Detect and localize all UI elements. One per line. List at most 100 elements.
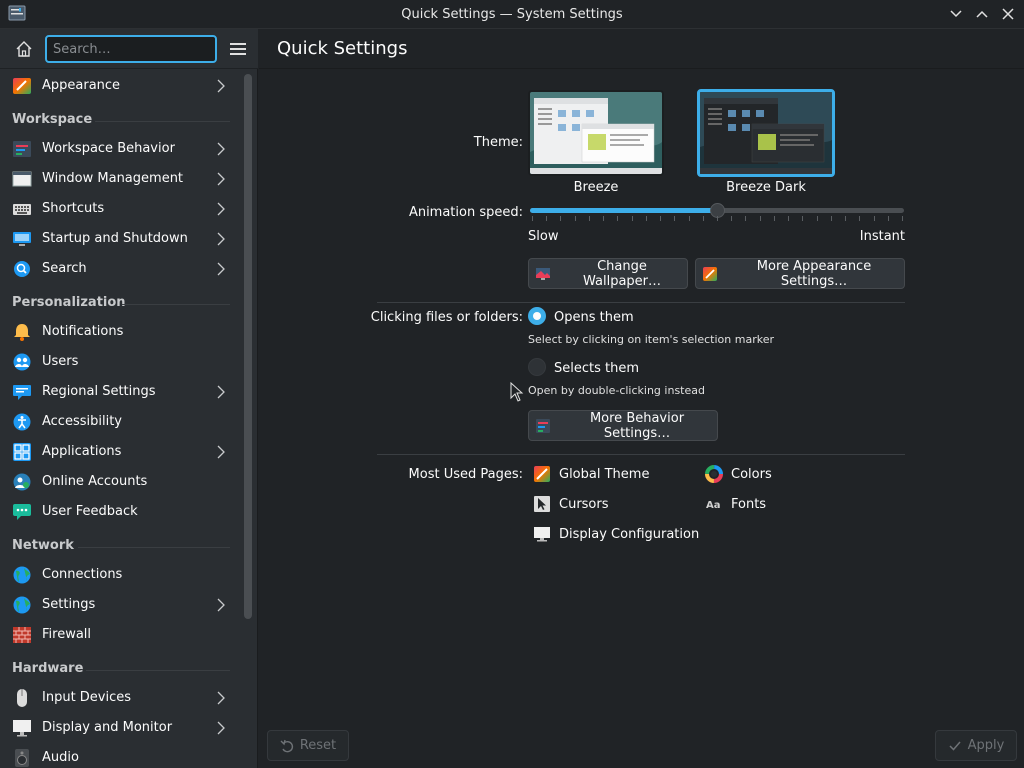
minimize-button[interactable] bbox=[946, 4, 966, 24]
sidebar-item-label: Applications bbox=[42, 444, 122, 459]
global-theme-icon bbox=[534, 466, 550, 482]
maximize-button[interactable] bbox=[972, 4, 992, 24]
apply-button[interactable]: Apply bbox=[935, 730, 1017, 761]
reset-button[interactable]: Reset bbox=[267, 730, 349, 761]
display-icon bbox=[534, 527, 550, 542]
breeze-theme-preview bbox=[530, 92, 662, 174]
chevron-right-icon bbox=[217, 172, 225, 186]
more-behavior-settings-button[interactable]: More Behavior Settings… bbox=[528, 410, 718, 441]
close-button[interactable] bbox=[998, 4, 1018, 24]
menu-button[interactable] bbox=[228, 39, 248, 59]
system-settings-app-icon bbox=[8, 5, 26, 21]
slider-tick bbox=[702, 216, 704, 221]
chevron-right-icon bbox=[217, 142, 225, 156]
sidebar-item-label: Settings bbox=[42, 597, 96, 612]
sidebar-list: Appearance Workspace Workspace Behavior … bbox=[0, 70, 240, 768]
slider-tick bbox=[574, 216, 576, 221]
most-used-global-theme[interactable]: Global Theme bbox=[533, 463, 649, 485]
more-appearance-settings-button[interactable]: More Appearance Settings… bbox=[695, 258, 905, 289]
sidebar-item-label: Accessibility bbox=[42, 414, 122, 429]
sidebar: Appearance Workspace Workspace Behavior … bbox=[0, 29, 258, 768]
breeze-dark-theme-preview bbox=[700, 92, 832, 174]
most-used-label: Fonts bbox=[731, 496, 767, 512]
sidebar-item-label: Users bbox=[42, 354, 79, 369]
sidebar-item-regional-settings[interactable]: Regional Settings bbox=[0, 377, 240, 407]
sidebar-item-appearance[interactable]: Appearance bbox=[0, 71, 240, 101]
sidebar-item-connections[interactable]: Connections bbox=[0, 560, 240, 590]
workspace-behavior-icon bbox=[13, 141, 31, 157]
slider-tick bbox=[859, 216, 861, 221]
sidebar-item-accessibility[interactable]: Accessibility bbox=[0, 407, 240, 437]
slider-tick bbox=[802, 216, 804, 221]
sidebar-item-input-devices[interactable]: Input Devices bbox=[0, 683, 240, 713]
most-used-label: Display Configuration bbox=[559, 526, 700, 542]
section-header-workspace: Workspace bbox=[12, 112, 93, 127]
sidebar-item-display-and-monitor[interactable]: Display and Monitor bbox=[0, 713, 240, 743]
search-input[interactable] bbox=[45, 35, 217, 63]
slider-tick bbox=[873, 216, 875, 221]
sidebar-item-user-feedback[interactable]: User Feedback bbox=[0, 497, 240, 527]
sidebar-item-firewall[interactable]: Firewall bbox=[0, 620, 240, 650]
chevron-right-icon bbox=[217, 202, 225, 216]
section-divider bbox=[78, 547, 230, 548]
most-used-label: Cursors bbox=[559, 496, 609, 512]
sidebar-item-label: Shortcuts bbox=[42, 201, 105, 216]
sidebar-item-online-accounts[interactable]: Online Accounts bbox=[0, 467, 240, 497]
sidebar-item-workspace-behavior[interactable]: Workspace Behavior bbox=[0, 134, 240, 164]
sidebar-item-startup-and-shutdown[interactable]: Startup and Shutdown bbox=[0, 224, 240, 254]
sidebar-item-window-management[interactable]: Window Management bbox=[0, 164, 240, 194]
accessibility-icon bbox=[13, 413, 31, 431]
slider-tick bbox=[816, 216, 818, 221]
monitor-icon bbox=[13, 720, 31, 737]
sidebar-item-users[interactable]: Users bbox=[0, 347, 240, 377]
sidebar-item-applications[interactable]: Applications bbox=[0, 437, 240, 467]
mouse-cursor-icon bbox=[510, 382, 524, 402]
theme-name-breeze: Breeze bbox=[573, 180, 619, 195]
slider-tick bbox=[830, 216, 832, 221]
home-button[interactable] bbox=[12, 37, 36, 61]
sidebar-scrollbar[interactable] bbox=[244, 74, 252, 619]
chevron-down-icon bbox=[950, 10, 962, 18]
sidebar-item-audio[interactable]: Audio bbox=[0, 743, 240, 768]
sidebar-item-shortcuts[interactable]: Shortcuts bbox=[0, 194, 240, 224]
section-header-network: Network bbox=[12, 538, 74, 553]
sidebar-item-label: Display and Monitor bbox=[42, 720, 173, 735]
section-divider bbox=[86, 670, 230, 671]
slider-tick bbox=[773, 216, 775, 221]
opens-them-radio[interactable] bbox=[528, 307, 546, 325]
most-used-display-configuration[interactable]: Display Configuration bbox=[533, 523, 699, 545]
animation-speed-slider[interactable] bbox=[530, 203, 904, 218]
slider-tick bbox=[717, 216, 718, 221]
selects-them-label: Selects them bbox=[554, 361, 640, 376]
change-wallpaper-button[interactable]: Change Wallpaper… bbox=[528, 258, 688, 289]
regional-icon bbox=[13, 385, 31, 400]
slider-tick bbox=[603, 216, 605, 221]
workspace-behavior-icon bbox=[536, 418, 550, 433]
sidebar-item-label: Notifications bbox=[42, 324, 124, 339]
slider-tick bbox=[617, 216, 619, 221]
theme-card-breeze[interactable] bbox=[528, 90, 664, 176]
section-header-personalization: Personalization bbox=[12, 295, 126, 310]
sidebar-item-settings[interactable]: Settings bbox=[0, 590, 240, 620]
sidebar-item-label: Audio bbox=[42, 750, 79, 765]
animation-speed-label: Animation speed: bbox=[408, 205, 523, 220]
chevron-right-icon bbox=[217, 79, 225, 93]
wallpaper-icon bbox=[536, 267, 550, 280]
section-separator bbox=[377, 302, 905, 303]
users-icon bbox=[13, 353, 31, 371]
sidebar-item-search[interactable]: Search bbox=[0, 254, 240, 284]
selects-them-radio[interactable] bbox=[528, 358, 546, 376]
online-accounts-icon bbox=[13, 473, 31, 491]
more-behavior-label: More Behavior Settings… bbox=[589, 410, 685, 441]
mouse-icon bbox=[17, 689, 27, 707]
theme-card-breeze-dark[interactable] bbox=[697, 89, 835, 177]
most-used-cursors[interactable]: Cursors bbox=[533, 493, 609, 515]
close-icon bbox=[1002, 8, 1014, 20]
globe-icon bbox=[13, 566, 31, 584]
sidebar-item-label: Regional Settings bbox=[42, 384, 156, 399]
sidebar-item-notifications[interactable]: Notifications bbox=[0, 317, 240, 347]
most-used-fonts[interactable]: Aa Fonts bbox=[705, 493, 766, 515]
sidebar-toolbar bbox=[0, 29, 258, 69]
reset-label: Reset bbox=[299, 738, 337, 753]
most-used-colors[interactable]: Colors bbox=[705, 463, 772, 485]
